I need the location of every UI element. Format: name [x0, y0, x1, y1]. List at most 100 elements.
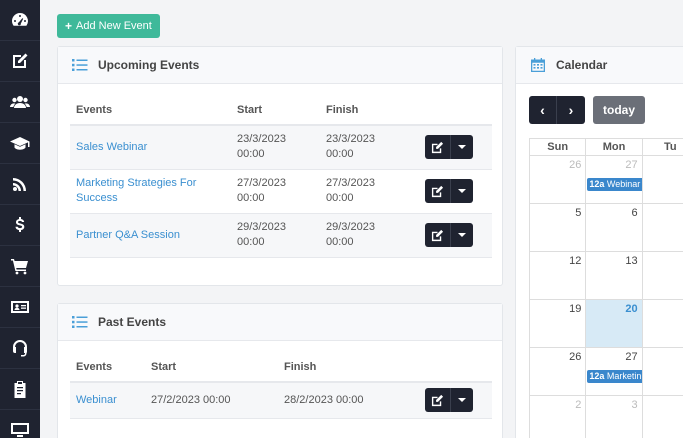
edit-icon	[13, 53, 28, 68]
graduation-cap-icon	[10, 137, 30, 150]
finish-date: 29/3/2023	[326, 221, 375, 233]
sidebar	[0, 0, 40, 438]
calendar-day[interactable]	[642, 156, 683, 204]
calendar-day[interactable]	[642, 396, 683, 438]
actions-dropdown-button[interactable]	[451, 179, 473, 203]
sidebar-item-feed[interactable]	[0, 164, 40, 205]
start-datetime: 27/2/2023 00:00	[151, 393, 231, 406]
headset-icon	[13, 340, 27, 357]
finish-datetime: 28/2/2023 00:00	[284, 393, 364, 406]
sidebar-item-users[interactable]	[0, 82, 40, 123]
calendar-day[interactable]: 3	[586, 396, 643, 438]
past-events-panel: Past Events Events Start Finish Webinar …	[57, 303, 503, 438]
event-link[interactable]: Marketing Strategies For Success	[76, 177, 196, 204]
upcoming-events-title: Upcoming Events	[98, 58, 200, 72]
calendar-day[interactable]: 12	[530, 252, 587, 300]
row-actions	[425, 179, 473, 203]
next-month-button[interactable]: ›	[557, 96, 585, 124]
add-new-event-label: Add New Event	[76, 20, 152, 32]
upcoming-events-table: Events Start Finish Sales Webinar 23/3/2…	[70, 95, 492, 258]
sidebar-item-edit[interactable]	[0, 41, 40, 82]
calendar-day[interactable]: 26	[530, 156, 587, 204]
calendar-day[interactable]: 26	[530, 348, 587, 396]
calendar-title: Calendar	[556, 58, 608, 72]
calendar-day[interactable]: 19	[530, 300, 587, 348]
event-link[interactable]: Partner Q&A Session	[76, 229, 180, 241]
calendar-day[interactable]: 6	[586, 204, 643, 252]
calendar-week: 2 3	[530, 396, 683, 438]
sidebar-item-dashboard[interactable]	[0, 0, 40, 41]
day-header-sun: Sun	[530, 139, 587, 156]
calendar-day-headers: Sun Mon Tu	[530, 139, 683, 156]
calendar-day[interactable]: 27 12a Webinar	[586, 156, 643, 204]
start-time: 00:00	[237, 192, 265, 204]
actions-dropdown-button[interactable]	[451, 135, 473, 159]
edit-icon	[431, 185, 444, 197]
table-row: Sales Webinar 23/3/2023 00:00 23/3/2023 00…	[70, 125, 492, 169]
start-date: 27/3/2023	[237, 177, 286, 189]
finish-time: 00:00	[326, 236, 354, 248]
edit-button[interactable]	[425, 223, 451, 247]
calendar-icon	[531, 58, 545, 72]
add-new-event-button[interactable]: + Add New Event	[57, 14, 160, 38]
caret-down-icon	[458, 233, 466, 237]
calendar-week: 26 27 12a Webinar	[530, 156, 683, 204]
caret-down-icon	[458, 398, 466, 403]
calendar-day[interactable]	[642, 348, 683, 396]
upcoming-events-header: Upcoming Events	[58, 47, 502, 84]
past-events-header: Past Events	[58, 304, 502, 341]
row-actions	[425, 135, 473, 160]
calendar-week: 19 20	[530, 300, 683, 348]
finish-date: 27/3/2023	[326, 177, 375, 189]
event-link[interactable]: Sales Webinar	[76, 141, 147, 153]
upcoming-events-panel: Upcoming Events Events Start Finish Sale…	[57, 46, 503, 286]
actions-dropdown-button[interactable]	[451, 223, 473, 247]
cart-icon	[11, 259, 28, 275]
dashboard-icon	[12, 13, 28, 26]
row-actions	[425, 388, 473, 413]
calendar-day[interactable]: 13	[586, 252, 643, 300]
column-header-events: Events	[76, 103, 113, 116]
column-header-finish: Finish	[326, 103, 359, 116]
day-header-mon: Mon	[586, 139, 643, 156]
calendar-day[interactable]	[642, 252, 683, 300]
start-time: 00:00	[237, 236, 265, 248]
calendar-event[interactable]: 12a Webinar	[587, 178, 642, 191]
monitor-icon	[11, 423, 29, 437]
sidebar-item-tasks[interactable]	[0, 369, 40, 410]
plus-icon: +	[65, 19, 73, 33]
table-row: Partner Q&A Session 29/3/2023 00:00 29/3/…	[70, 213, 492, 257]
calendar-day-today[interactable]: 20	[586, 300, 643, 348]
past-events-table: Events Start Finish Webinar 27/2/2023 00…	[70, 352, 492, 419]
event-link[interactable]: Webinar	[76, 394, 117, 406]
calendar-day[interactable]	[642, 300, 683, 348]
sidebar-item-shop[interactable]	[0, 246, 40, 287]
sidebar-item-courses[interactable]	[0, 123, 40, 164]
sidebar-item-contacts[interactable]	[0, 287, 40, 328]
calendar-header: Calendar	[516, 47, 683, 84]
sidebar-item-payments[interactable]	[0, 205, 40, 246]
prev-month-button[interactable]: ‹	[529, 96, 557, 124]
calendar-day[interactable]: 2	[530, 396, 587, 438]
calendar-day[interactable]: 5	[530, 204, 587, 252]
day-header-tue: Tu	[642, 139, 683, 156]
edit-icon	[431, 141, 444, 153]
actions-dropdown-button[interactable]	[451, 388, 473, 412]
edit-button[interactable]	[425, 388, 451, 413]
sidebar-item-screen[interactable]	[0, 410, 40, 438]
finish-date: 23/3/2023	[326, 133, 375, 146]
calendar-day[interactable]	[642, 204, 683, 252]
past-events-title: Past Events	[98, 315, 167, 329]
sidebar-item-support[interactable]	[0, 328, 40, 369]
calendar-week: 26 27 12a Marketin	[530, 348, 683, 396]
id-card-icon	[11, 301, 29, 313]
column-header-finish: Finish	[284, 360, 317, 373]
today-button[interactable]: today	[593, 96, 646, 124]
caret-down-icon	[458, 189, 466, 193]
column-header-events: Events	[76, 360, 113, 373]
edit-button[interactable]	[425, 135, 451, 160]
edit-button[interactable]	[425, 179, 451, 203]
calendar-day[interactable]: 27 12a Marketin	[586, 348, 643, 396]
calendar-event[interactable]: 12a Marketin	[587, 370, 642, 383]
start-date: 29/3/2023	[237, 221, 286, 233]
